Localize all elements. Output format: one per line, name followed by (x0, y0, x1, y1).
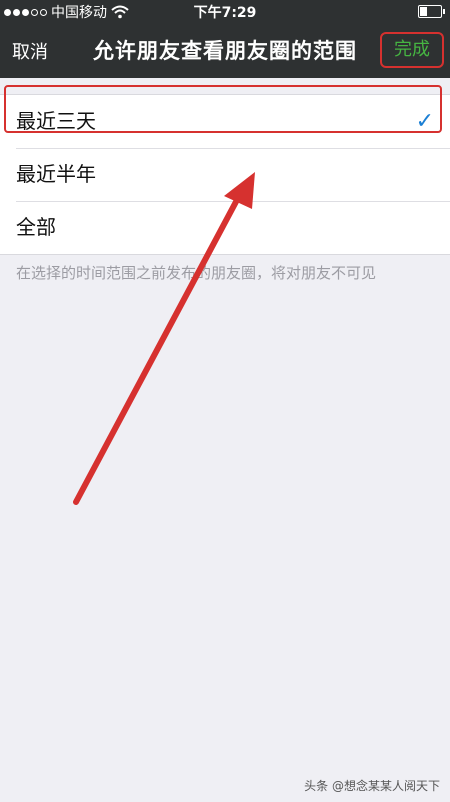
option-last-three-days[interactable]: 最近三天 ✓ (0, 95, 450, 148)
status-time: 下午7:29 (193, 5, 257, 21)
checkmark-icon: ✓ (415, 109, 434, 134)
status-bar: 中国移动 下午7:29 (0, 0, 450, 22)
visibility-note: 在选择的时间范围之前发布的朋友圈，将对朋友不可见 (16, 264, 377, 282)
option-label: 最近三天 (16, 109, 96, 133)
battery-icon (418, 5, 445, 18)
time-range-list: 最近三天 ✓ 最近半年 全部 (0, 94, 450, 255)
watermark: 头条 @想念某某人阅天下 (304, 779, 440, 793)
option-label: 最近半年 (16, 162, 96, 186)
done-button[interactable]: 完成 (380, 32, 444, 68)
option-label: 全部 (16, 215, 56, 239)
navigation-bar: 取消 允许朋友查看朋友圈的范围 完成 (0, 22, 450, 78)
option-all[interactable]: 全部 (0, 201, 450, 254)
option-last-half-year[interactable]: 最近半年 (0, 148, 450, 201)
battery-fill (420, 7, 427, 16)
